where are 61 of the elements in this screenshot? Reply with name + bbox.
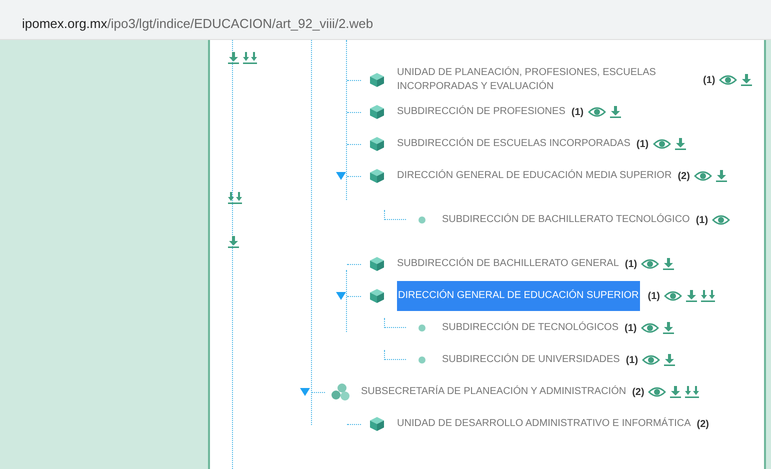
- cluster-icon: [331, 383, 351, 401]
- eye-icon[interactable]: [648, 387, 666, 397]
- download-icon[interactable]: [228, 236, 239, 248]
- item-count: (1): [636, 138, 649, 152]
- item-count: (1): [571, 106, 584, 120]
- download-icon[interactable]: [674, 138, 686, 150]
- cube-icon: [367, 288, 387, 304]
- cube-icon: [367, 136, 387, 152]
- double-download-icon[interactable]: [701, 290, 716, 302]
- item-count: (2): [696, 418, 709, 432]
- download-icon[interactable]: [664, 354, 676, 366]
- download-icon[interactable]: [228, 52, 239, 64]
- item-count: (1): [624, 322, 637, 336]
- cube-icon: [367, 168, 387, 184]
- item-count: (2): [678, 170, 690, 184]
- eye-icon[interactable]: [719, 75, 738, 85]
- item-count: (1): [696, 214, 708, 228]
- tree-node-label[interactable]: SUBDIRECCIÓN DE BACHILLERATO TECNOLÓGICO: [442, 213, 690, 227]
- expand-toggle-icon[interactable]: [336, 171, 346, 181]
- eye-icon[interactable]: [642, 355, 660, 365]
- download-icon[interactable]: [663, 258, 674, 270]
- eye-icon[interactable]: [712, 215, 730, 225]
- download-icon[interactable]: [686, 290, 698, 302]
- expand-toggle-icon[interactable]: [336, 291, 346, 301]
- eye-icon[interactable]: [641, 259, 660, 269]
- eye-icon[interactable]: [694, 171, 712, 181]
- tree-node-label[interactable]: UNIDAD DE DESARROLLO ADMINISTRATIVO E INFORMÁTICA: [397, 417, 691, 431]
- item-count: (2): [632, 386, 644, 400]
- double-download-icon[interactable]: [228, 192, 242, 204]
- item-count: (1): [624, 258, 638, 272]
- double-download-icon[interactable]: [243, 52, 257, 64]
- double-download-icon[interactable]: [685, 386, 700, 398]
- download-icon[interactable]: [610, 106, 621, 118]
- eye-icon[interactable]: [664, 291, 682, 301]
- cube-icon: [367, 256, 387, 272]
- cube-icon: [367, 72, 387, 88]
- download-icon[interactable]: [741, 74, 752, 86]
- item-count: (1): [626, 354, 638, 368]
- tree-node-label[interactable]: SUBDIRECCIÓN DE ESCUELAS INCORPORADAS: [397, 137, 630, 151]
- address-bar[interactable]: ipomex.org.mx/ipo3/lgt/indice/EDUCACION/art_92_viii/2.web: [0, 0, 771, 40]
- tree-node-label[interactable]: UNIDAD DE PLANEACIÓN, PROFESIONES, ESCUELAS INCORPORADAS Y EVALUACIÓN: [397, 66, 697, 94]
- url-domain: ipomex.org.mx: [22, 14, 108, 33]
- expand-toggle-icon[interactable]: [300, 387, 310, 397]
- download-icon[interactable]: [716, 170, 727, 182]
- tree-node-label[interactable]: SUBSECRETARÍA DE PLANEACIÓN Y ADMINISTRACIÓN: [361, 385, 626, 399]
- cube-icon: [367, 104, 387, 120]
- tree-node-label[interactable]: DIRECCIÓN GENERAL DE EDUCACIÓN MEDIA SUPERIOR: [397, 169, 672, 183]
- tree-node-label[interactable]: SUBDIRECCIÓN DE PROFESIONES: [397, 105, 566, 119]
- item-count: (1): [648, 290, 660, 304]
- eye-icon[interactable]: [640, 323, 659, 333]
- download-icon[interactable]: [670, 386, 682, 398]
- cube-icon: [367, 416, 387, 432]
- tree-node-label[interactable]: SUBDIRECCIÓN DE UNIVERSIDADES: [442, 353, 620, 367]
- item-count: (1): [703, 74, 716, 88]
- tree-node-label[interactable]: SUBDIRECCIÓN DE BACHILLERATO GENERAL: [397, 257, 619, 271]
- tree-node-label[interactable]: SUBDIRECCIÓN DE TECNOLÓGICOS: [442, 321, 619, 335]
- url-path: /ipo3/lgt/indice/EDUCACION/art_92_viii/2.web: [107, 14, 374, 33]
- tree-node-label[interactable]: DIRECCIÓN GENERAL DE EDUCACIÓN SUPERIOR: [397, 281, 640, 311]
- eye-icon[interactable]: [588, 107, 606, 117]
- download-icon[interactable]: [662, 322, 674, 334]
- eye-icon[interactable]: [652, 139, 671, 149]
